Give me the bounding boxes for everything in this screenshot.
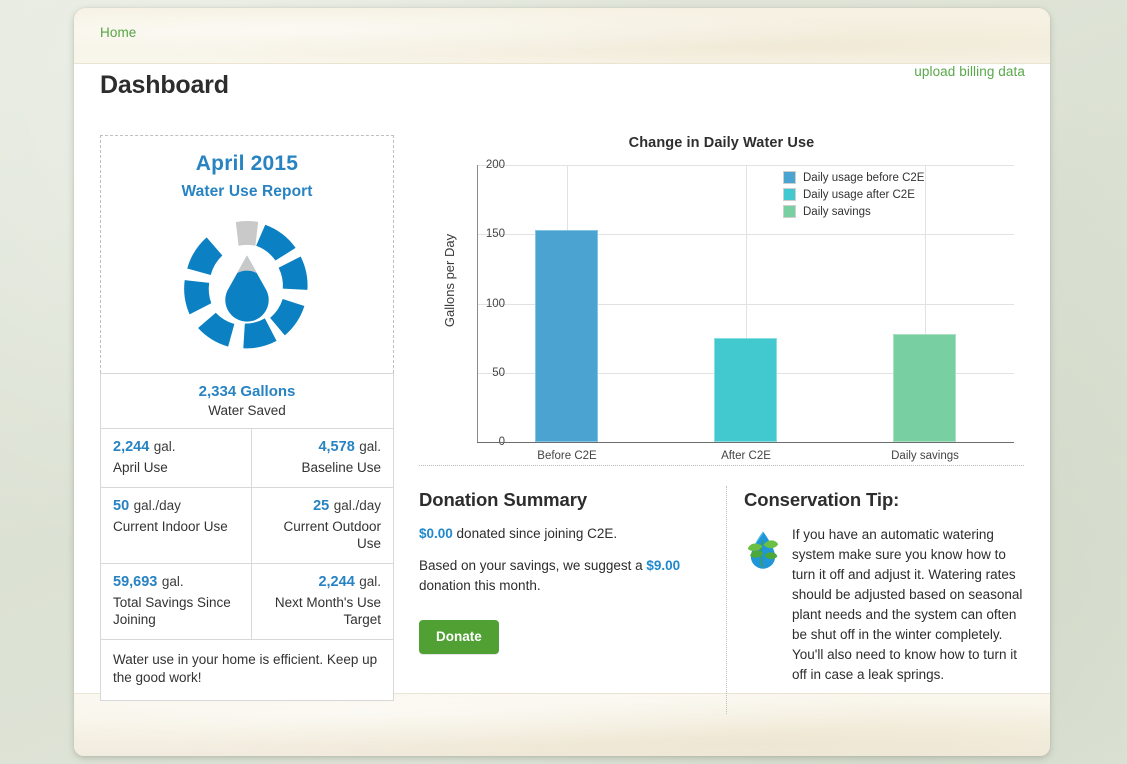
- chart-x-axis: [477, 442, 1014, 443]
- water-saved-cell: 2,334 Gallons Water Saved: [100, 373, 394, 429]
- chart-y-tick-label: 200: [485, 159, 505, 171]
- dashboard-card: Home upload billing data Dashboard April…: [74, 8, 1050, 756]
- chart-y-axis-label: Gallons per Day: [442, 233, 458, 328]
- report-subtitle: Water Use Report: [181, 183, 313, 200]
- suggest-prefix: Based on your savings, we suggest a: [419, 558, 647, 573]
- legend-swatch-after: [783, 188, 796, 201]
- conservation-tip-body: If you have an automatic watering system…: [744, 525, 1026, 685]
- chart-plot-area: Gallons per Day 050100150200Before C2EAf…: [419, 155, 1024, 462]
- stat-unit: gal.: [359, 574, 381, 589]
- legend-item: Daily usage before C2E: [783, 171, 924, 184]
- stat-label: April Use: [113, 460, 168, 475]
- stat-unit: gal.: [153, 439, 176, 454]
- chart-x-tick-label: After C2E: [721, 450, 771, 462]
- stat-cell-april-use: 2,244 gal. April Use: [99, 428, 253, 488]
- stat-cell-next-month-target: 2,244 gal. Next Month's Use Target: [251, 563, 394, 640]
- conservation-tip-text: If you have an automatic watering system…: [792, 527, 1023, 682]
- legend-swatch-savings: [783, 205, 796, 218]
- stat-cell-current-indoor-use: 50 gal./day Current Indoor Use: [99, 487, 253, 564]
- stat-unit: gal./day: [333, 498, 381, 513]
- table-row: 59,693 gal. Total Savings Since Joining …: [99, 563, 394, 640]
- conservation-tip-section: Conservation Tip: If you have an automat…: [744, 489, 1026, 685]
- donation-summary-section: Donation Summary $0.00 donated since joi…: [419, 489, 699, 654]
- donated-amount: $0.00: [419, 526, 453, 541]
- stat-value: 2,244: [318, 574, 355, 590]
- legend-swatch-before: [783, 171, 796, 184]
- stat-value: 2,244: [113, 439, 150, 455]
- conservation-tip-title: Conservation Tip:: [744, 489, 900, 510]
- water-drop-leaf-icon: [744, 525, 786, 685]
- stat-cell-baseline-use: 4,578 gal. Baseline Use: [251, 428, 394, 488]
- table-row: 50 gal./day Current Indoor Use 25 gal./d…: [99, 487, 394, 564]
- chart-y-tick-label: 50: [492, 366, 505, 379]
- suggested-amount: $9.00: [646, 558, 681, 573]
- table-row-water-saved: 2,334 Gallons Water Saved: [100, 373, 394, 429]
- table-row: 2,244 gal. April Use 4,578 gal. Baseline…: [99, 428, 394, 488]
- page-title: Dashboard: [100, 71, 229, 99]
- donate-button[interactable]: Donate: [419, 620, 499, 654]
- chart-bar[interactable]: [893, 334, 956, 442]
- stat-label: Baseline Use: [301, 460, 381, 475]
- horizontal-divider: [419, 465, 1024, 466]
- legend-label: Daily savings: [803, 205, 871, 218]
- stat-value: 59,693: [113, 574, 158, 590]
- chart-bar[interactable]: [535, 230, 598, 442]
- breadcrumb-home[interactable]: Home: [100, 25, 136, 40]
- water-saved-label: Water Saved: [208, 403, 286, 418]
- table-row-note: Water use in your home is efficient. Kee…: [100, 639, 394, 701]
- water-use-chart: Change in Daily Water Use Gallons per Da…: [419, 135, 1024, 462]
- card-header-band: [74, 8, 1050, 64]
- stat-value: 4,578: [318, 439, 355, 455]
- chart-title: Change in Daily Water Use: [628, 135, 815, 151]
- chart-bar[interactable]: [714, 338, 777, 442]
- donated-suffix: donated since joining C2E.: [452, 526, 618, 541]
- chart-y-tick-label: 100: [485, 297, 505, 310]
- water-use-report-card: April 2015 Water Use Report 2,334 Gallon…: [99, 135, 394, 701]
- legend-label: Daily usage after C2E: [803, 188, 915, 201]
- suggested-donation-text: Based on your savings, we suggest a $9.0…: [419, 556, 699, 596]
- stat-label: Current Indoor Use: [113, 519, 228, 534]
- chart-y-tick-label: 150: [485, 228, 505, 241]
- stat-value: 50: [113, 498, 130, 514]
- water-saved-value: 2,334 Gallons: [198, 383, 296, 400]
- stat-label: Next Month's Use Target: [274, 595, 381, 627]
- stat-unit: gal./day: [133, 498, 181, 513]
- legend-item: Daily savings: [783, 205, 924, 218]
- legend-label: Daily usage before C2E: [803, 171, 925, 184]
- card-footer-band: [74, 693, 1050, 756]
- donation-summary-title: Donation Summary: [419, 489, 588, 510]
- water-stats-table: 2,334 Gallons Water Saved 2,244 gal. Apr…: [99, 373, 394, 701]
- report-month: April 2015: [195, 152, 299, 175]
- report-note: Water use in your home is efficient. Kee…: [100, 639, 394, 701]
- report-card-top: April 2015 Water Use Report: [100, 135, 394, 373]
- chart-y-axis: [477, 165, 478, 442]
- chart-x-tick-label: Daily savings: [891, 450, 959, 462]
- donated-since-joining-text: $0.00 donated since joining C2E.: [419, 524, 699, 544]
- stat-label: Total Savings Since Joining: [113, 595, 231, 627]
- suggest-suffix: donation this month.: [419, 578, 541, 593]
- upload-billing-data-link[interactable]: upload billing data: [914, 64, 1025, 79]
- stat-unit: gal.: [161, 574, 184, 589]
- stat-cell-total-savings: 59,693 gal. Total Savings Since Joining: [99, 563, 253, 640]
- stat-cell-current-outdoor-use: 25 gal./day Current Outdoor Use: [251, 487, 394, 564]
- stat-unit: gal.: [359, 439, 381, 454]
- stat-value: 25: [313, 498, 330, 514]
- chart-x-tick-label: Before C2E: [537, 450, 597, 462]
- chart-legend: Daily usage before C2E Daily usage after…: [783, 171, 924, 222]
- stat-label: Current Outdoor Use: [283, 519, 381, 551]
- water-drop-logo: [101, 215, 393, 355]
- legend-item: Daily usage after C2E: [783, 188, 924, 201]
- vertical-divider: [726, 486, 727, 714]
